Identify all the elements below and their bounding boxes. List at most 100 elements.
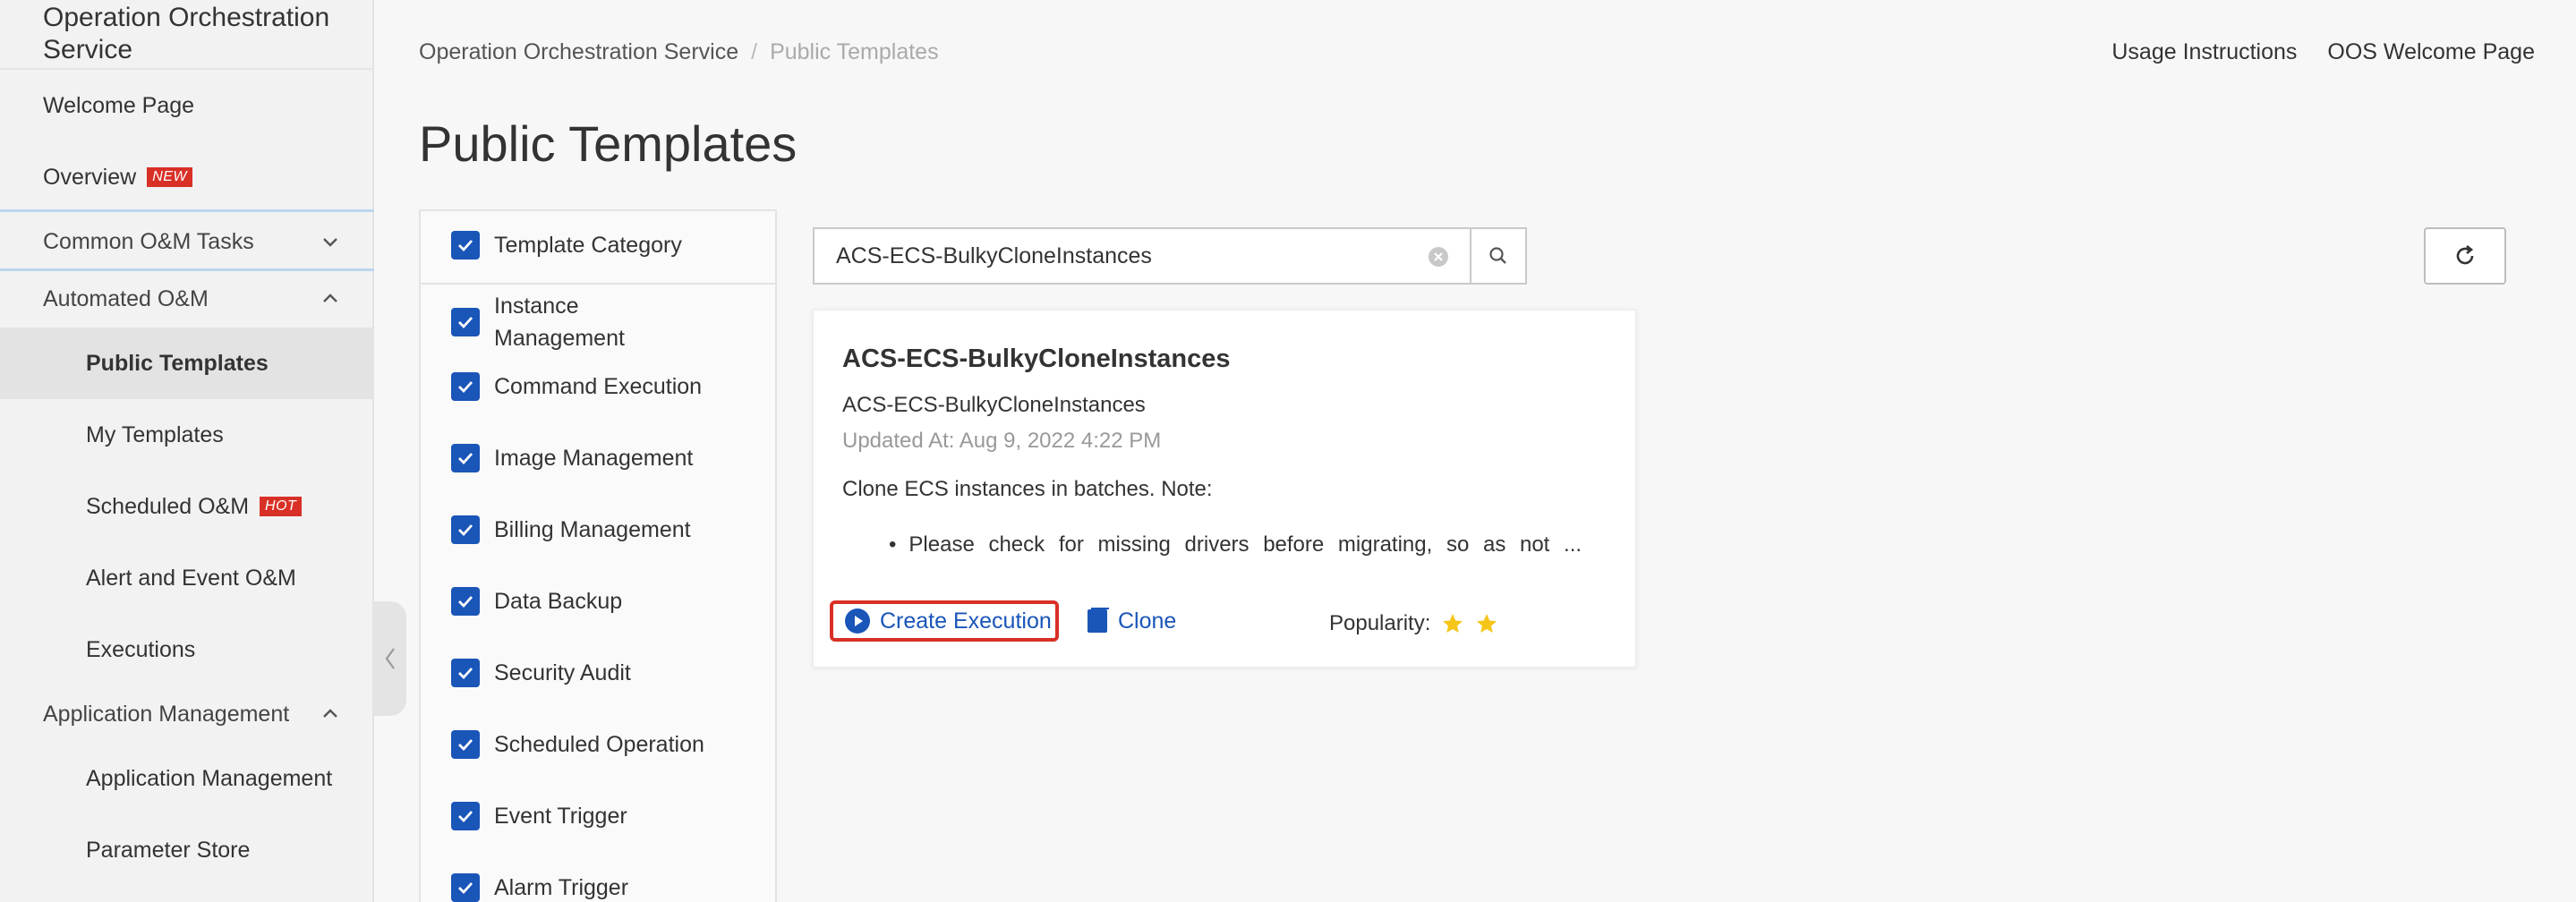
checkbox-checked[interactable] bbox=[451, 802, 480, 830]
sidebar-item-label: Automated O&M bbox=[43, 285, 209, 311]
sidebar-item-label: My Templates bbox=[86, 421, 224, 447]
filter-label: Billing Management bbox=[494, 517, 691, 542]
star-icon bbox=[1443, 614, 1463, 633]
sidebar-item-application-management[interactable]: Application Management bbox=[0, 743, 372, 814]
check-icon bbox=[458, 453, 473, 465]
checkbox-checked[interactable] bbox=[451, 659, 480, 687]
sidebar-item-label: Parameter Store bbox=[86, 837, 251, 863]
filter-all-categories[interactable]: Template Category bbox=[451, 229, 682, 261]
check-icon bbox=[458, 739, 473, 752]
filter-category-alarm-trigger[interactable]: Alarm Trigger bbox=[451, 872, 628, 902]
sidebar-item-parameter-store[interactable]: Parameter Store bbox=[0, 814, 372, 886]
check-icon bbox=[458, 811, 473, 823]
breadcrumb-separator: / bbox=[751, 39, 758, 64]
sidebar-item-label: Public Templates bbox=[86, 350, 269, 376]
sidebar-item-label: Welcome Page bbox=[43, 92, 195, 118]
checkbox-checked[interactable] bbox=[451, 444, 480, 472]
sidebar-item-label: Application Management bbox=[86, 765, 333, 791]
sidebar-item-overview[interactable]: Overview NEW bbox=[0, 141, 372, 213]
template-card: ACS-ECS-BulkyCloneInstances ACS-ECS-Bulk… bbox=[813, 310, 1636, 668]
chevron-up-icon bbox=[323, 709, 337, 718]
star-icon bbox=[1477, 614, 1497, 633]
oos-welcome-page-link[interactable]: OOS Welcome Page bbox=[2327, 39, 2535, 65]
chevron-left-icon bbox=[385, 648, 395, 669]
filter-category-instance-management[interactable]: Instance Management bbox=[451, 290, 628, 354]
template-description-bullet: • Please check for missing drivers befor… bbox=[889, 532, 1616, 557]
popularity-label: Popularity: bbox=[1329, 611, 1431, 635]
chevron-up-icon bbox=[323, 294, 337, 302]
checkbox-checked[interactable] bbox=[451, 231, 480, 260]
check-icon bbox=[458, 882, 473, 895]
category-filter-panel: Template Category Instance Management Co… bbox=[419, 209, 777, 902]
sidebar-item-automated-om[interactable]: Automated O&M bbox=[0, 263, 372, 335]
bullet-text: Please check for missing drivers before … bbox=[908, 532, 1582, 557]
template-search bbox=[813, 227, 1471, 285]
filter-category-image-management[interactable]: Image Management bbox=[451, 442, 693, 474]
check-icon bbox=[458, 240, 473, 252]
checkbox-checked[interactable] bbox=[451, 515, 480, 544]
filter-category-data-backup[interactable]: Data Backup bbox=[451, 585, 622, 617]
filter-category-event-trigger[interactable]: Event Trigger bbox=[451, 800, 627, 832]
filter-label: Event Trigger bbox=[494, 804, 627, 829]
filter-label: Command Execution bbox=[494, 374, 703, 399]
hot-badge: HOT bbox=[260, 497, 303, 516]
sidebar-item-label: Overview bbox=[43, 164, 137, 190]
top-links: Usage Instructions OOS Welcome Page bbox=[2111, 39, 2535, 65]
bullet-dot: • bbox=[889, 532, 897, 557]
check-icon bbox=[458, 381, 473, 394]
filter-label: Template Category bbox=[494, 233, 682, 258]
check-icon bbox=[458, 596, 473, 608]
play-icon bbox=[845, 608, 870, 634]
checkbox-checked[interactable] bbox=[451, 587, 480, 616]
clone-label: Clone bbox=[1118, 608, 1177, 634]
search-icon bbox=[1489, 247, 1506, 264]
breadcrumb-current: Public Templates bbox=[770, 39, 939, 64]
page-title: Public Templates bbox=[419, 115, 798, 172]
usage-instructions-link[interactable]: Usage Instructions bbox=[2111, 39, 2297, 65]
sidebar-item-label: Scheduled O&M bbox=[86, 493, 250, 519]
breadcrumb: Operation Orchestration Service / Public… bbox=[419, 39, 939, 65]
sidebar-item-welcome-page[interactable]: Welcome Page bbox=[0, 70, 372, 141]
filter-label: Image Management bbox=[494, 446, 694, 471]
sidebar-item-scheduled-om[interactable]: Scheduled O&M HOT bbox=[0, 471, 372, 542]
search-button[interactable] bbox=[1470, 227, 1527, 285]
sidebar-title: Operation Orchestration Service bbox=[43, 3, 330, 64]
checkbox-checked[interactable] bbox=[451, 873, 480, 902]
sidebar-collapse-handle[interactable] bbox=[374, 601, 406, 716]
check-icon bbox=[458, 317, 473, 329]
filter-category-command-execution[interactable]: Command Execution bbox=[451, 370, 702, 403]
filter-category-billing-management[interactable]: Billing Management bbox=[451, 514, 691, 546]
create-execution-button[interactable]: Create Execution bbox=[830, 600, 1059, 642]
search-input[interactable] bbox=[815, 229, 1387, 283]
chevron-down-icon bbox=[323, 238, 337, 247]
sidebar-item-public-templates[interactable]: Public Templates bbox=[0, 328, 372, 399]
template-description: Clone ECS instances in batches. Note: bbox=[842, 477, 1213, 501]
filter-label: Alarm Trigger bbox=[494, 875, 629, 900]
checkbox-checked[interactable] bbox=[451, 308, 480, 336]
sidebar-item-alert-event-om[interactable]: Alert and Event O&M bbox=[0, 542, 372, 614]
create-execution-label: Create Execution bbox=[880, 608, 1052, 634]
clear-icon[interactable] bbox=[1427, 245, 1450, 268]
clone-icon bbox=[1088, 608, 1109, 633]
checkbox-checked[interactable] bbox=[451, 730, 480, 759]
sidebar-item-application-management-group[interactable]: Application Management bbox=[0, 678, 372, 750]
breadcrumb-root[interactable]: Operation Orchestration Service bbox=[419, 39, 738, 65]
clone-button[interactable]: Clone bbox=[1086, 608, 1176, 634]
filter-label: Security Audit bbox=[494, 660, 631, 685]
sidebar: Operation Orchestration Service Welcome … bbox=[0, 0, 374, 902]
check-icon bbox=[458, 668, 473, 680]
sidebar-item-executions[interactable]: Executions bbox=[0, 614, 372, 685]
template-title[interactable]: ACS-ECS-BulkyCloneInstances bbox=[842, 345, 1231, 374]
sidebar-item-my-templates[interactable]: My Templates bbox=[0, 399, 372, 471]
checkbox-checked[interactable] bbox=[451, 372, 480, 401]
sidebar-item-label: Executions bbox=[86, 636, 196, 662]
sidebar-item-label: Common O&M Tasks bbox=[43, 228, 254, 254]
new-badge: NEW bbox=[147, 167, 193, 187]
refresh-icon bbox=[2456, 244, 2474, 265]
template-updated-at: Updated At: Aug 9, 2022 4:22 PM bbox=[842, 429, 1162, 453]
refresh-button[interactable] bbox=[2424, 227, 2506, 285]
sidebar-item-label: Application Management bbox=[43, 701, 290, 727]
sidebar-item-label: Alert and Event O&M bbox=[86, 565, 296, 591]
filter-category-scheduled-operation[interactable]: Scheduled Operation bbox=[451, 728, 704, 761]
filter-category-security-audit[interactable]: Security Audit bbox=[451, 657, 631, 689]
